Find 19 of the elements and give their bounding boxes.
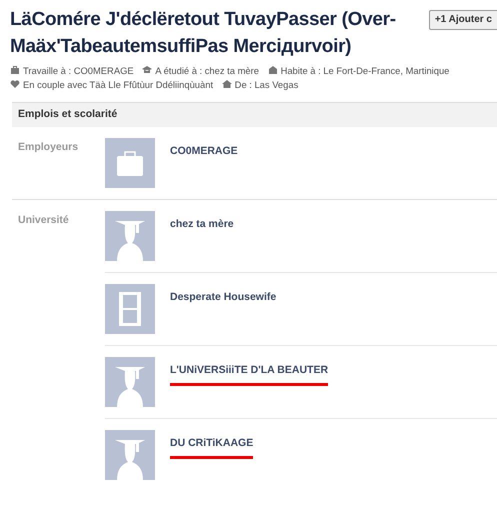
entry-link[interactable]: L'UNiVERSiiiTE D'LA BEAUTER <box>170 360 328 386</box>
entry-link[interactable]: chez ta mère <box>170 214 234 232</box>
building-icon <box>268 65 278 75</box>
profile-name: LäComére J'déclëretout TuvayPasser (Over-Maäx'TabeautemsuffiPas Merciдurvoir) <box>10 8 397 59</box>
entry-link[interactable]: DU CRiTiKAAGE <box>170 434 254 458</box>
entry-link[interactable]: Desperate Housewife <box>170 288 276 306</box>
section-header: Emplois et scolarité <box>12 102 497 127</box>
briefcase-icon <box>10 65 20 75</box>
info-text: A étudié à : chez ta mère <box>155 65 259 76</box>
entry-link[interactable]: CO0MERAGE <box>170 142 238 160</box>
house-icon <box>222 79 232 89</box>
group-label: Employeurs <box>17 140 80 155</box>
info-text: Habite à : Le Fort-De-France, Martinique <box>280 65 450 76</box>
info-text: En couple avec Täà Lle Ffûtùur Ddéliinqùuànt <box>23 79 214 90</box>
add-friend-button[interactable]: +1 Ajouter c <box>428 10 497 30</box>
group-label: Université <box>17 212 70 228</box>
info-text: Travaille à : CO0MERAGE <box>23 65 134 76</box>
info-text: De : Las Vegas <box>234 79 298 90</box>
heart-icon <box>10 79 20 89</box>
